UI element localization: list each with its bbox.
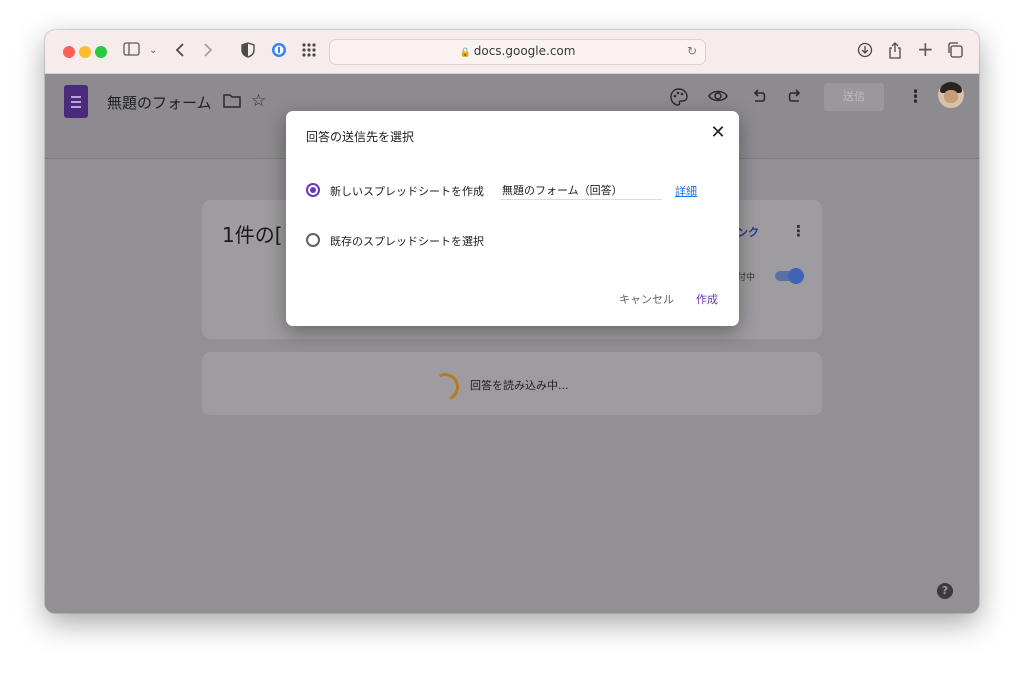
cancel-button[interactable]: キャンセル: [619, 291, 674, 307]
send-button[interactable]: 送信: [824, 83, 884, 111]
loading-text: 回答を読み込み中...: [470, 379, 569, 392]
url-text: docs.google.com: [473, 44, 576, 58]
loading-spinner-icon: [427, 369, 463, 405]
browser-toolbar: ⌄ 🔒 docs.google.com ↻ +: [45, 30, 979, 74]
folder-icon[interactable]: [223, 93, 241, 113]
chevron-right-icon[interactable]: [203, 42, 213, 62]
undo-icon[interactable]: [751, 88, 767, 109]
palette-icon[interactable]: [670, 88, 688, 111]
more-vert-icon[interactable]: ⋮: [907, 87, 924, 107]
avatar[interactable]: [938, 82, 964, 108]
link-sheets-button[interactable]: ンク: [737, 224, 759, 240]
lock-icon: 🔒: [459, 48, 471, 58]
dialog-title: 回答の送信先を選択: [306, 130, 415, 144]
radio-existing-spreadsheet[interactable]: [306, 233, 320, 247]
download-icon[interactable]: [857, 42, 873, 62]
chevron-left-icon[interactable]: [175, 42, 185, 62]
form-title[interactable]: 無題のフォーム: [107, 92, 212, 113]
password-manager-icon[interactable]: [271, 42, 287, 62]
loading-card: 回答を読み込み中...: [202, 352, 822, 415]
help-icon[interactable]: ?: [937, 583, 953, 599]
close-window-button[interactable]: [63, 46, 75, 58]
share-icon[interactable]: [888, 42, 902, 63]
close-icon[interactable]: ✕: [708, 123, 728, 143]
address-bar[interactable]: 🔒 docs.google.com ↻: [329, 39, 706, 65]
preview-eye-icon[interactable]: [708, 88, 728, 109]
toggle-knob[interactable]: [788, 268, 804, 284]
option-new-label: 新しいスプレッドシートを作成: [330, 185, 484, 198]
plus-icon[interactable]: +: [917, 39, 934, 59]
chevron-down-icon[interactable]: ⌄: [149, 42, 157, 60]
grid-icon[interactable]: [301, 42, 317, 62]
details-link[interactable]: 詳細: [675, 183, 697, 199]
shield-icon[interactable]: [241, 42, 255, 62]
radio-new-spreadsheet[interactable]: [306, 183, 320, 197]
select-destination-dialog: 回答の送信先を選択 ✕ 新しいスプレッドシートを作成 詳細 既存のスプレッドシー…: [286, 111, 739, 326]
spreadsheet-name-input[interactable]: [500, 181, 662, 200]
more-vert-icon[interactable]: ⋮: [791, 221, 806, 241]
star-icon[interactable]: ☆: [251, 91, 266, 111]
accepting-responses-label: 付中: [737, 273, 756, 283]
create-button[interactable]: 作成: [696, 291, 718, 307]
redo-icon[interactable]: [787, 88, 803, 109]
zoom-window-button[interactable]: [95, 46, 107, 58]
google-forms-logo[interactable]: [64, 85, 88, 118]
minimize-window-button[interactable]: [79, 46, 91, 58]
option-existing-label: 既存のスプレッドシートを選択: [330, 235, 484, 248]
sidebar-icon[interactable]: [123, 42, 140, 60]
reload-icon[interactable]: ↻: [687, 44, 697, 58]
responses-count-title: 1件の[: [222, 223, 283, 247]
browser-window: ⌄ 🔒 docs.google.com ↻ + 無題のフォーム ☆ 送信 ⋮ 1…: [45, 30, 979, 613]
tabs-overview-icon[interactable]: [947, 42, 963, 62]
